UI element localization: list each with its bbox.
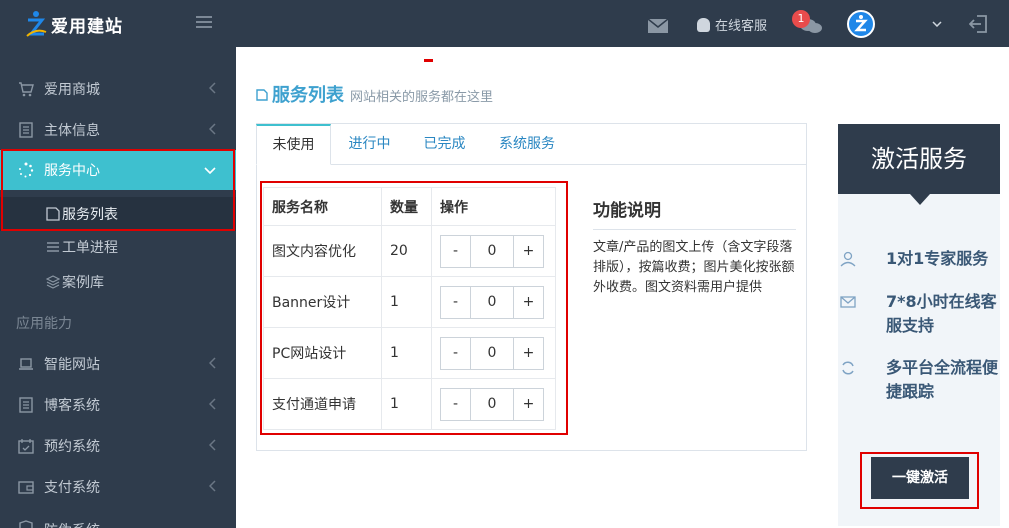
activation-card-title: 激活服务: [838, 124, 1000, 194]
document-icon: [19, 397, 33, 413]
chevron-left-icon: [209, 480, 216, 492]
feature-text: 7*8小时在线客服支持: [886, 292, 997, 335]
user-icon: [840, 251, 856, 267]
tab-bar: 未使用 进行中 已完成 系统服务: [256, 124, 806, 165]
tab-completed[interactable]: 已完成: [412, 124, 477, 165]
sidebar-item-entity-info[interactable]: 主体信息: [0, 110, 236, 150]
chevron-left-icon: [209, 398, 216, 410]
logo-text: 爱用建站: [51, 16, 123, 37]
sidebar-subitem-label: 工单进程: [62, 240, 118, 256]
notification-badge: 1: [792, 10, 810, 28]
sidebar-subitem-case-library[interactable]: 案例库: [0, 265, 236, 299]
chevron-left-icon: [209, 439, 216, 451]
page-subtitle: 网站相关的服务都在这里: [350, 90, 494, 105]
avatar-logo-icon: [854, 15, 868, 32]
mail-icon: [840, 296, 856, 308]
sidebar-item-label: 博客系统: [44, 398, 100, 414]
sidebar-item-label: 智能网站: [44, 357, 100, 373]
chevron-left-icon: [209, 123, 216, 135]
sidebar-item-label: 预约系统: [44, 439, 100, 455]
logo[interactable]: 爱用建站: [25, 8, 123, 40]
main-content: 服务列表 网站相关的服务都在这里 未使用 进行中 已完成 系统服务 服务名称 数…: [236, 47, 1009, 528]
page-header: 服务列表 网站相关的服务都在这里: [256, 81, 493, 107]
sidebar-item-store[interactable]: 爱用商城: [0, 69, 236, 109]
tab-system-services[interactable]: 系统服务: [492, 124, 562, 165]
document-icon: [19, 122, 33, 138]
sidebar-item-payment[interactable]: 支付系统: [0, 467, 236, 507]
sidebar-item-label: 爱用商城: [44, 82, 100, 98]
tab-in-progress[interactable]: 进行中: [337, 124, 402, 165]
tab-unused[interactable]: 未使用: [256, 124, 331, 165]
cart-icon: [19, 82, 34, 97]
sidebar-group-label: 应用能力: [16, 316, 72, 332]
highlight-box-button: [860, 452, 979, 509]
calendar-icon: [18, 439, 34, 454]
edit-icon: [256, 89, 268, 101]
sidebar-item-label: 支付系统: [44, 480, 100, 496]
sidebar-item-blog[interactable]: 博客系统: [0, 385, 236, 425]
highlight-box-sidebar: [1, 149, 235, 231]
sidebar-item-smart-site[interactable]: 智能网站: [0, 344, 236, 384]
sidebar-item-booking[interactable]: 预约系统: [0, 426, 236, 466]
mail-icon[interactable]: [648, 19, 668, 33]
top-bar: 爱用建站 在线客服 1: [0, 0, 1009, 47]
chevron-down-icon[interactable]: [932, 21, 942, 27]
penguin-icon: [697, 17, 710, 32]
sidebar-item-label: 主体信息: [44, 123, 100, 139]
sidebar: 爱用商城 主体信息 服务中心 服务列表 工单进程 案例库 应用能力 智能网站 博…: [0, 47, 236, 528]
sidebar-subitem-ticket-progress[interactable]: 工单进程: [0, 230, 236, 264]
feature-text: 多平台全流程便捷跟踪: [886, 358, 999, 401]
chevron-left-icon: [209, 82, 216, 94]
feature-text: 1对1专家服务: [886, 249, 989, 268]
avatar[interactable]: [847, 10, 875, 38]
online-service-link[interactable]: 在线客服: [697, 15, 767, 34]
online-service-label: 在线客服: [715, 19, 768, 34]
logout-icon[interactable]: [969, 14, 989, 34]
description-text: 文章/产品的图文上传（含文字段落排版），按篇收费；图片美化按张额外收费。图文资料…: [593, 240, 795, 295]
card-arrow: [910, 194, 930, 205]
wallet-icon: [18, 481, 34, 494]
shield-icon: [19, 520, 33, 528]
chevron-left-icon: [209, 357, 216, 369]
red-marker: [424, 59, 433, 62]
sidebar-item-anticounterfeit[interactable]: 防伪系统: [0, 508, 236, 528]
logo-icon: [26, 11, 47, 37]
page-title: 服务列表: [272, 85, 344, 106]
laptop-icon: [19, 358, 33, 370]
layers-icon: [46, 275, 60, 289]
refresh-icon: [842, 361, 854, 375]
sidebar-subitem-label: 案例库: [62, 275, 104, 291]
highlight-box-table: [260, 181, 568, 435]
sidebar-item-label: 防伪系统: [44, 520, 100, 528]
list-icon: [47, 242, 59, 252]
description-title: 功能说明: [593, 196, 796, 230]
menu-toggle-icon[interactable]: [196, 16, 212, 30]
